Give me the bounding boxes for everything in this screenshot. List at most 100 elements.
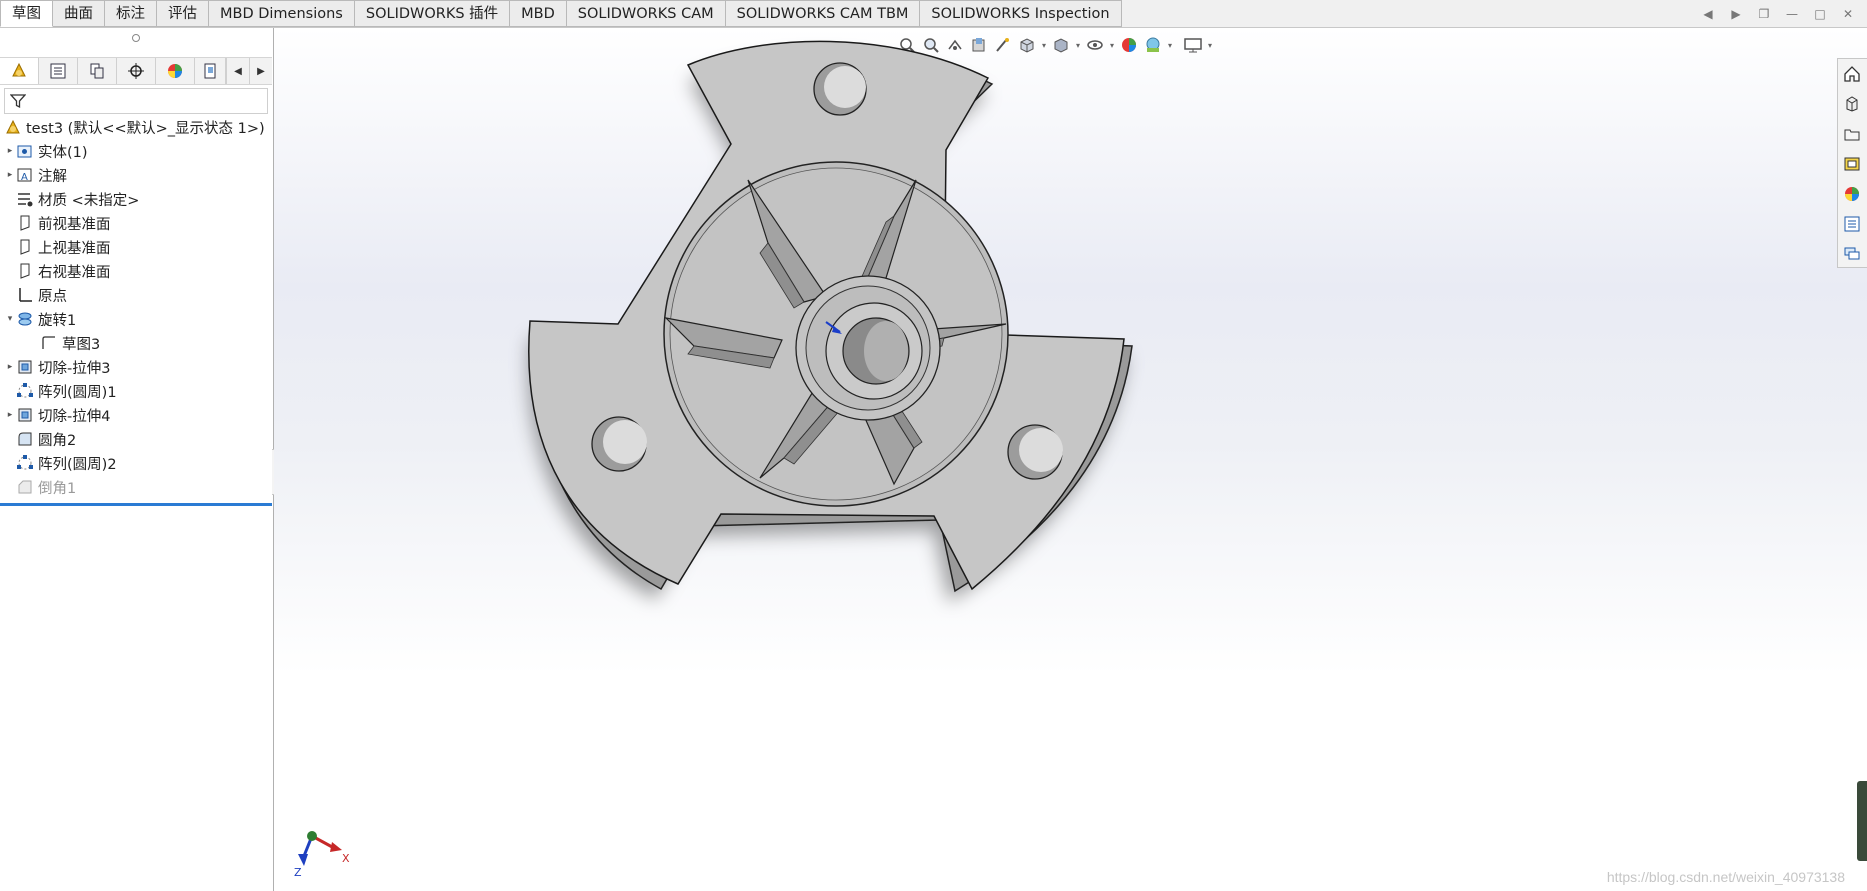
mounting-hole-top — [813, 62, 867, 116]
property-manager-tab[interactable] — [39, 58, 78, 84]
expand-arrow-icon[interactable]: ▾ — [4, 314, 16, 324]
tree-item[interactable]: ▸ 切除-拉伸4 — [0, 403, 272, 427]
mounting-hole-left — [591, 416, 647, 472]
dimxpert-manager-tab[interactable] — [117, 58, 156, 84]
watermark-text: https://blog.csdn.net/weixin_40973138 — [1606, 869, 1845, 885]
feature-manager-tab[interactable] — [0, 58, 39, 84]
tree-item[interactable]: 阵列(圆周)1 — [0, 379, 272, 403]
appearances-scenes-icon[interactable] — [1838, 179, 1866, 209]
tab-8[interactable]: SOLIDWORKS CAM TBM — [725, 0, 921, 27]
tree-item-label: 切除-拉伸3 — [38, 360, 111, 377]
tab-1[interactable]: 曲面 — [53, 0, 105, 27]
feature-tree: test3 (默认<<默认>_显示状态 1>) ▸ 实体(1) ▸ A 注解材质 <未指… — [0, 115, 272, 499]
forum-icon[interactable] — [1838, 239, 1866, 269]
custom-properties-icon[interactable] — [1838, 209, 1866, 239]
file-explorer-icon[interactable] — [1838, 119, 1866, 149]
tree-item[interactable]: 阵列(圆周)2 — [0, 451, 272, 475]
expand-arrow-icon[interactable]: ▸ — [4, 146, 16, 156]
part-icon — [4, 118, 22, 136]
tree-item-label: 右视基准面 — [38, 264, 111, 281]
tab-7[interactable]: SOLIDWORKS CAM — [566, 0, 726, 27]
tree-item[interactable]: 上视基准面 — [0, 235, 272, 259]
tree-item[interactable]: ▾ 旋转1 — [0, 307, 272, 331]
tree-root[interactable]: test3 (默认<<默认>_显示状态 1>) — [0, 115, 272, 139]
expand-arrow-icon[interactable]: ▸ — [4, 362, 16, 372]
panel-scroll-left-icon[interactable]: ◀ — [226, 58, 249, 84]
sketch-icon — [40, 334, 58, 352]
minimize-icon[interactable]: — — [1783, 5, 1801, 23]
configuration-manager-tab[interactable] — [78, 58, 117, 84]
tab-2[interactable]: 标注 — [105, 0, 157, 27]
plane-icon — [16, 262, 34, 280]
tree-item[interactable]: 草图3 — [0, 331, 272, 355]
tree-item[interactable]: ▸ 切除-拉伸3 — [0, 355, 272, 379]
restore-icon[interactable]: ❐ — [1755, 5, 1773, 23]
view-palette-icon[interactable] — [1838, 149, 1866, 179]
command-manager-tabs: 草图 曲面 标注 评估 MBD Dimensions SOLIDWORKS 插件 MBD SO… — [0, 0, 1867, 28]
nav-forward-icon[interactable]: ▶ — [1727, 5, 1745, 23]
reference-triad: X Z — [294, 831, 350, 878]
tree-item[interactable]: 倒角1 — [0, 475, 272, 499]
tree-item[interactable]: 材质 <未指定> — [0, 187, 272, 211]
feature-filter[interactable] — [4, 88, 268, 114]
cut-extrude-icon — [16, 406, 34, 424]
tree-item[interactable]: ▸ 实体(1) — [0, 139, 272, 163]
nav-back-icon[interactable]: ◀ — [1699, 5, 1717, 23]
part-model[interactable] — [274, 28, 1867, 891]
tab-4[interactable]: MBD Dimensions — [209, 0, 355, 27]
filter-icon — [10, 94, 26, 109]
triad-x-label: X — [342, 852, 350, 865]
tree-item[interactable]: 右视基准面 — [0, 259, 272, 283]
fillet-icon — [16, 430, 34, 448]
design-library-icon[interactable] — [1838, 89, 1866, 119]
tree-item-label: 原点 — [38, 288, 67, 305]
svg-text:A: A — [21, 172, 28, 183]
tree-item-label: 实体(1) — [38, 144, 88, 161]
material-icon — [16, 190, 34, 208]
expand-arrow-icon[interactable]: ▸ — [4, 170, 16, 180]
triad-z-label: Z — [294, 866, 302, 878]
tree-item[interactable]: 原点 — [0, 283, 272, 307]
tree-item-label: 材质 <未指定> — [38, 192, 140, 209]
tree-item-label: 上视基准面 — [38, 240, 111, 257]
annotations-icon: A — [16, 166, 34, 184]
tree-item-label: 旋转1 — [38, 312, 77, 329]
tree-item[interactable]: 前视基准面 — [0, 211, 272, 235]
graphics-area[interactable]: ▾ ▾ ▾ ▾ ▾ X Z https://blog.csdn.net/weix… — [274, 28, 1867, 891]
tree-item[interactable]: ▸ A 注解 — [0, 163, 272, 187]
tree-root-label: test3 (默认<<默认>_显示状态 1>) — [26, 120, 265, 137]
tree-item-label: 圆角2 — [38, 432, 77, 449]
display-manager-tab[interactable] — [156, 58, 195, 84]
panel-grip-icon[interactable] — [132, 34, 140, 42]
tree-item-label: 阵列(圆周)1 — [38, 384, 117, 401]
tab-6[interactable]: MBD — [510, 0, 567, 27]
tree-item-label: 阵列(圆周)2 — [38, 456, 117, 473]
tree-item-label: 前视基准面 — [38, 216, 111, 233]
plane-icon — [16, 214, 34, 232]
tab-3[interactable]: 评估 — [157, 0, 209, 27]
task-pane — [1837, 58, 1867, 268]
window-controls: ◀ ▶ ❐ — □ ✕ — [1699, 5, 1857, 23]
mounting-hole-right — [1007, 424, 1063, 480]
solidworks-resources-icon[interactable] — [1838, 59, 1866, 89]
tree-item-label: 切除-拉伸4 — [38, 408, 111, 425]
close-icon[interactable]: ✕ — [1839, 5, 1857, 23]
tab-9[interactable]: SOLIDWORKS Inspection — [920, 0, 1122, 27]
tab-0[interactable]: 草图 — [0, 0, 53, 27]
solid-bodies-icon — [16, 142, 34, 160]
cut-extrude-icon — [16, 358, 34, 376]
tree-item-label: 注解 — [38, 168, 67, 185]
plane-icon — [16, 238, 34, 256]
expand-arrow-icon[interactable]: ▸ — [4, 410, 16, 420]
circular-pattern-icon — [16, 382, 34, 400]
panel-tabs: ◀ ▶ — [0, 57, 272, 85]
maximize-icon[interactable]: □ — [1811, 5, 1829, 23]
rollback-bar[interactable] — [0, 503, 272, 506]
tree-item-label: 草图3 — [62, 336, 101, 353]
tree-item-label: 倒角1 — [38, 480, 77, 497]
cam-manager-tab[interactable] — [195, 58, 226, 84]
tree-item[interactable]: 圆角2 — [0, 427, 272, 451]
panel-scroll-right-icon[interactable]: ▶ — [249, 58, 272, 84]
tab-5[interactable]: SOLIDWORKS 插件 — [354, 0, 511, 27]
feature-manager-panel: ◀ ▶ test3 (默认<<默认>_显示状态 1>) ▸ 实体(1) ▸ A 注解材质… — [0, 28, 282, 891]
